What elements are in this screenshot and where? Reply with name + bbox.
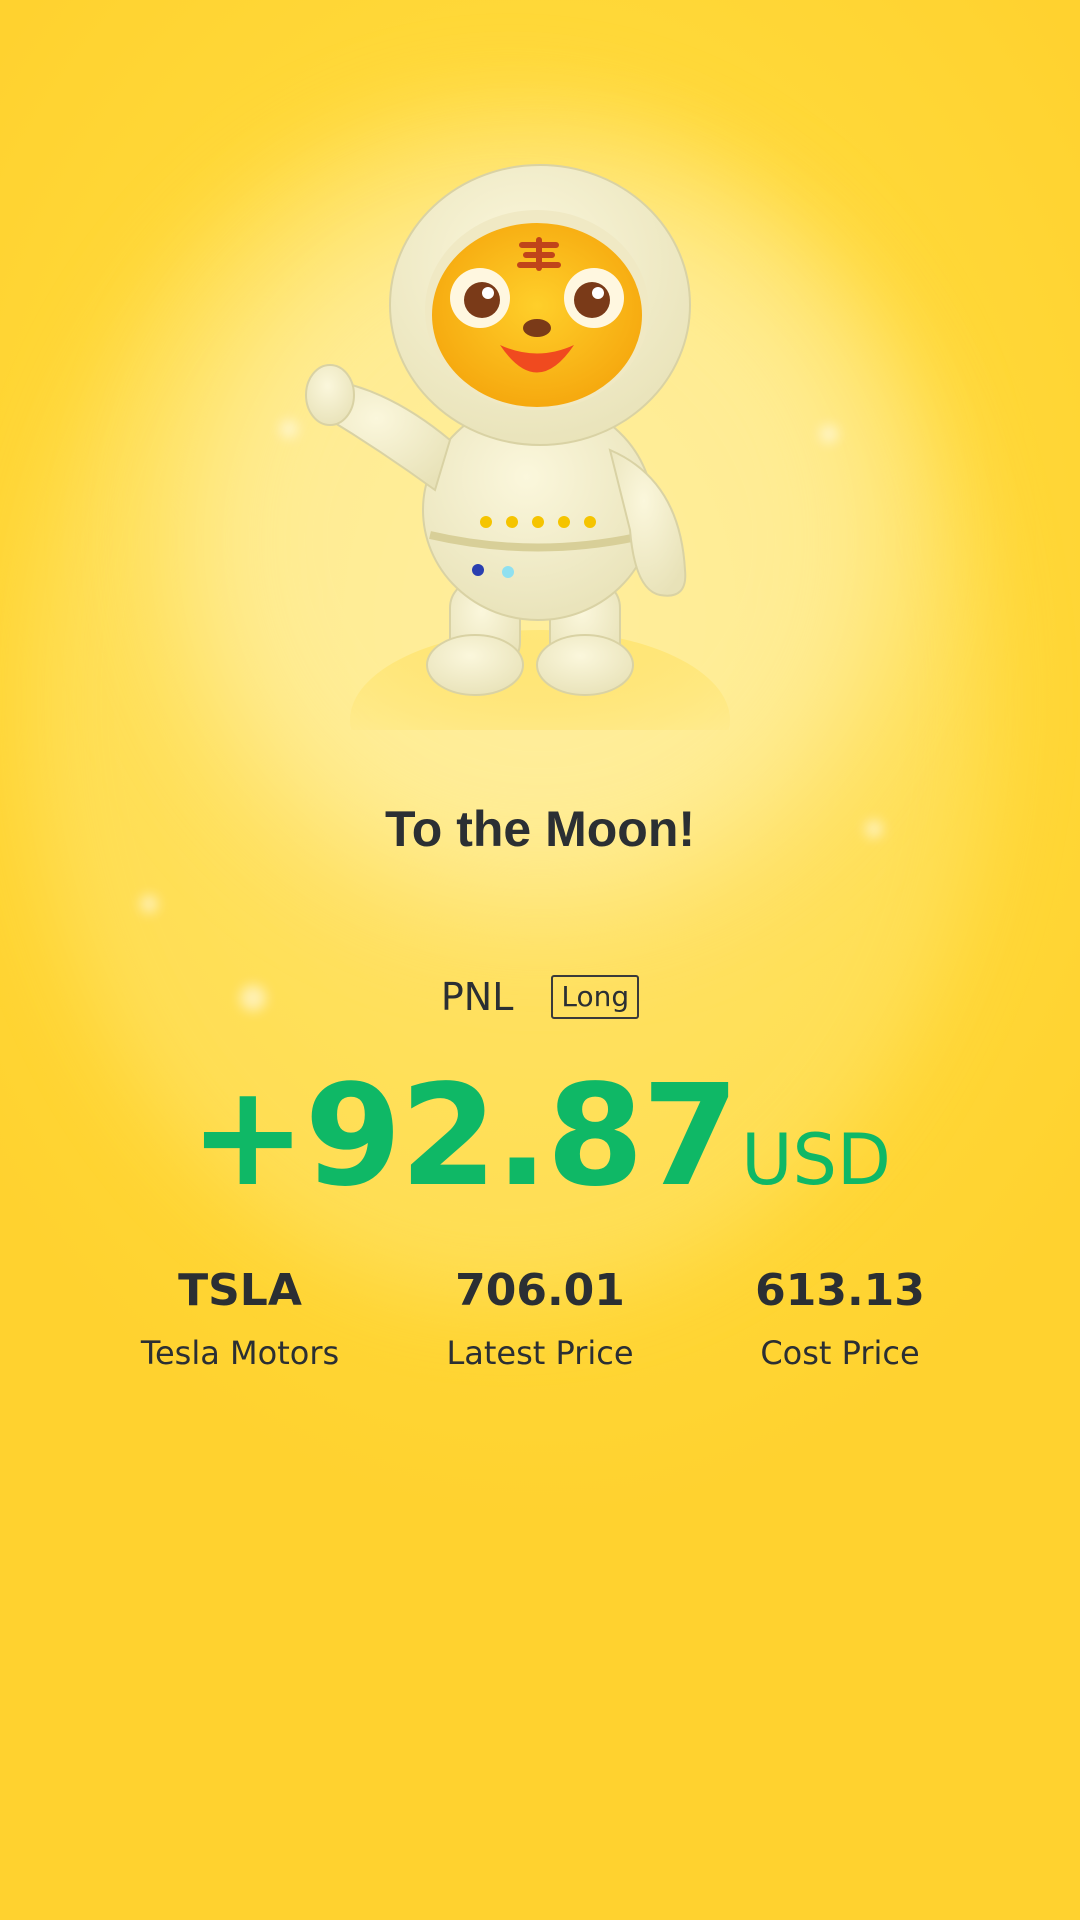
stat-symbol: TSLA Tesla Motors (120, 1265, 360, 1372)
stat-value: 613.13 (755, 1265, 925, 1316)
stat-label: Tesla Motors (140, 1334, 340, 1372)
stat-value: 706.01 (455, 1265, 625, 1316)
stat-label: Latest Price (446, 1334, 634, 1372)
stat-cost-price: 613.13 Cost Price (720, 1265, 960, 1372)
tiger-astronaut-mascot-icon (300, 150, 780, 730)
position-stats: TSLA Tesla Motors 706.01 Latest Price 61… (0, 1265, 1080, 1372)
position-direction-badge: Long (551, 975, 640, 1019)
pnl-value: +92.87 USD (0, 1055, 1080, 1218)
pnl-share-card: To the Moon! PNL Long +92.87 USD TSLA Te… (0, 0, 1080, 1920)
pnl-amount: +92.87 (189, 1055, 739, 1218)
pnl-header: PNL Long (0, 975, 1080, 1019)
page-title: To the Moon! (384, 801, 696, 857)
sparkle-decoration (280, 420, 298, 438)
stat-label: Cost Price (760, 1334, 920, 1372)
pnl-currency: USD (741, 1119, 891, 1201)
stat-latest-price: 706.01 Latest Price (420, 1265, 660, 1372)
pnl-label: PNL (440, 975, 514, 1019)
sparkle-decoration (820, 425, 838, 443)
stat-value: TSLA (178, 1265, 302, 1316)
sparkle-decoration (140, 895, 158, 913)
